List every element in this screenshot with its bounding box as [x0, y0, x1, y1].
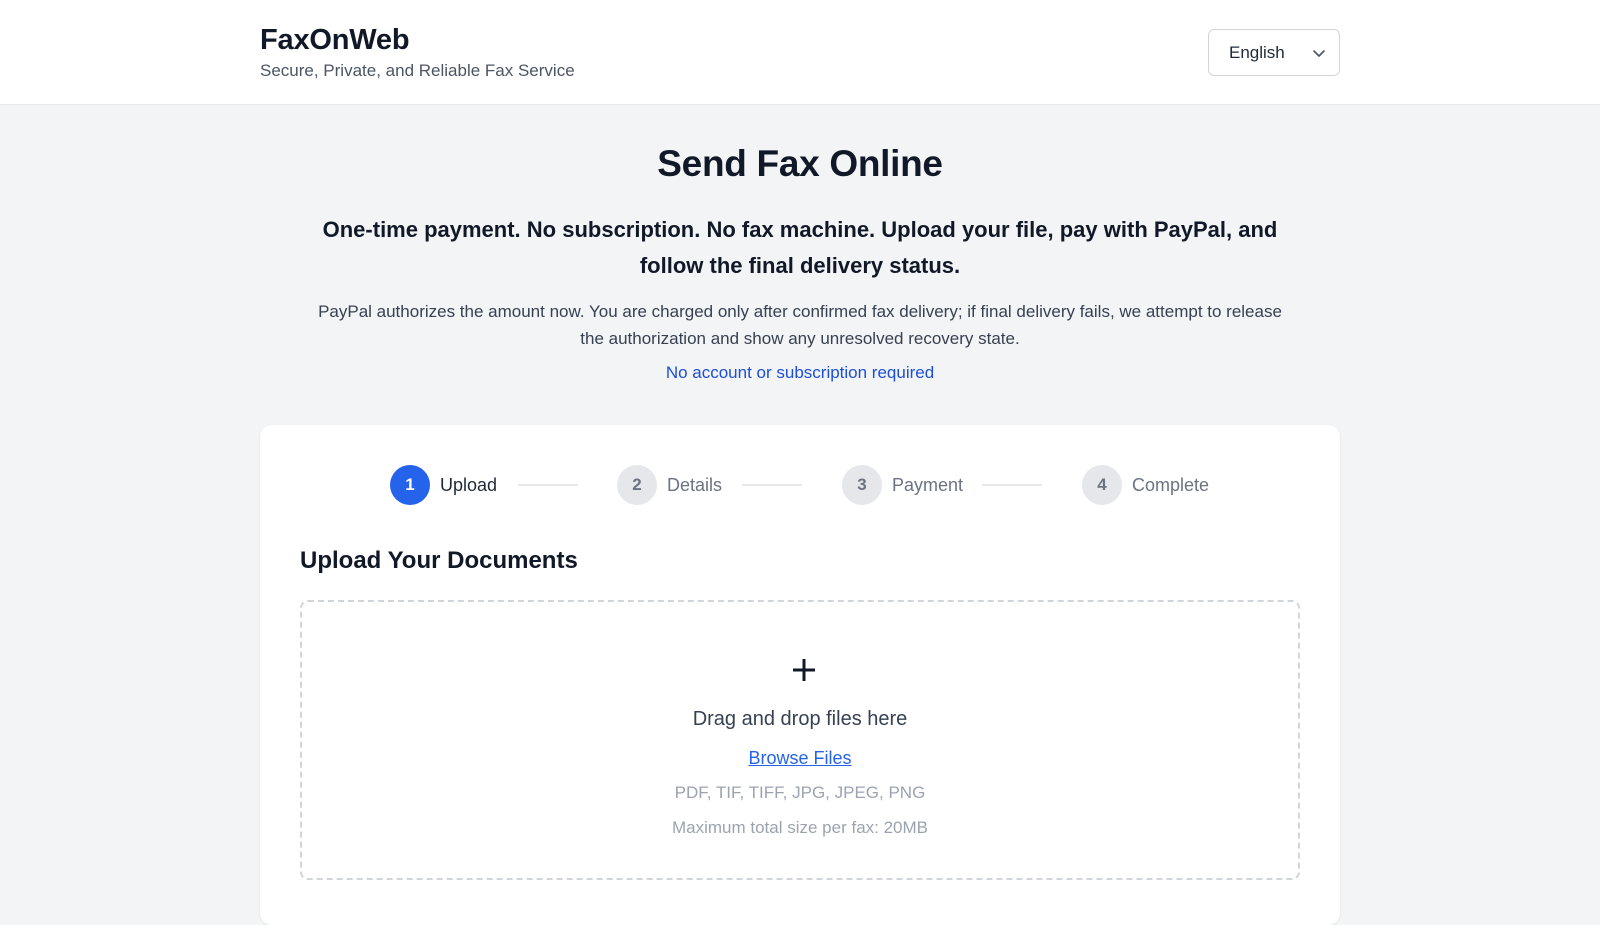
step-number: 4 — [1082, 465, 1122, 505]
chevron-down-icon — [1313, 50, 1325, 57]
step-number: 2 — [617, 465, 657, 505]
step-label: Payment — [892, 475, 964, 495]
language-select[interactable]: English — [1208, 29, 1340, 76]
step-label: Details — [667, 475, 723, 495]
step-number: 1 — [390, 465, 430, 505]
step-label: Upload — [440, 475, 498, 495]
step-number: 3 — [842, 465, 882, 505]
hero-lead: One-time payment. No subscription. No fa… — [322, 217, 1278, 278]
browse-files-link[interactable]: Browse Files — [748, 748, 851, 768]
upload-section-title: Upload Your Documents — [300, 547, 578, 574]
drop-instructions: Drag and drop files here — [692, 708, 908, 730]
step-details[interactable]: 2 Details — [617, 465, 722, 505]
file-dropzone[interactable]: Drag and drop files here Browse Files PD… — [300, 600, 1300, 880]
step-payment[interactable]: 3 Payment — [842, 465, 963, 505]
browse-files-wrapper: Browse Files — [302, 746, 1298, 770]
step-connector — [518, 484, 578, 486]
no-account-link[interactable]: No account or subscription required — [666, 362, 934, 384]
plus-icon — [793, 659, 815, 681]
page-title: Send Fax Online — [657, 143, 943, 184]
brand: FaxOnWeb Secure, Private, and Reliable F… — [260, 22, 575, 82]
progress-stepper: 1 Upload 2 Details 3 Payment 4 Complete — [260, 465, 1340, 505]
accepted-formats: PDF, TIF, TIFF, JPG, JPEG, PNG — [674, 783, 926, 802]
brand-name[interactable]: FaxOnWeb — [260, 22, 575, 58]
language-selected-value: English — [1229, 42, 1285, 62]
hero-payment-note: PayPal authorizes the amount now. You ar… — [318, 302, 1282, 348]
hero-section: Send Fax Online One-time payment. No sub… — [0, 140, 1600, 384]
max-size-note: Maximum total size per fax: 20MB — [671, 818, 929, 837]
send-fax-card: 1 Upload 2 Details 3 Payment 4 Complete … — [260, 425, 1340, 925]
step-label: Complete — [1132, 475, 1210, 495]
step-complete[interactable]: 4 Complete — [1082, 465, 1209, 505]
brand-tagline: Secure, Private, and Reliable Fax Servic… — [260, 61, 575, 80]
step-connector — [982, 484, 1042, 486]
step-upload[interactable]: 1 Upload — [390, 465, 497, 505]
step-connector — [742, 484, 802, 486]
site-header: FaxOnWeb Secure, Private, and Reliable F… — [0, 0, 1600, 105]
